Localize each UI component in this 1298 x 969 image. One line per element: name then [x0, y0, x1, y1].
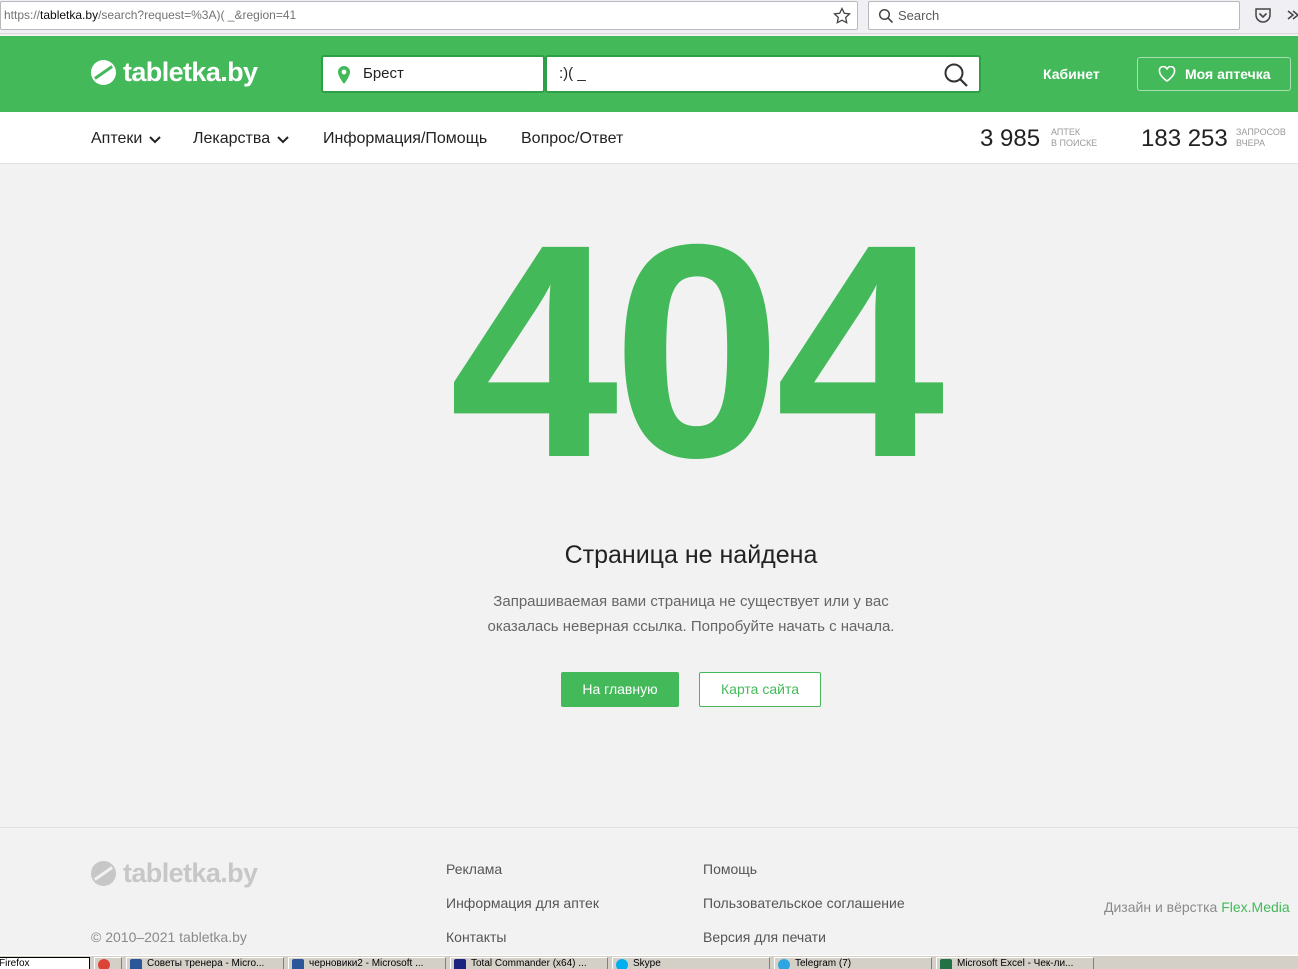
taskbar-item-word-2[interactable]: черновики2 - Microsoft ... [288, 957, 446, 969]
error-message: Запрашиваемая вами страница не существуе… [487, 593, 895, 635]
taskbar-item-total-commander[interactable]: Total Commander (x64) ... [450, 957, 608, 969]
pill-logo-icon [91, 59, 116, 85]
footer-link-contacts[interactable]: Контакты [446, 929, 506, 945]
url-prefix: https:// [4, 8, 41, 22]
heart-icon [1158, 66, 1176, 82]
stat-label-line: АПТЕК [1051, 127, 1081, 137]
stat-label-line: В ПОИСКЕ [1051, 138, 1098, 148]
chevron-down-icon [277, 136, 289, 144]
footer-link-print-version[interactable]: Версия для печати [703, 929, 826, 945]
credits-prefix: Дизайн и вёрстка [1104, 899, 1222, 915]
region-value: Брест [363, 65, 404, 82]
nav-item-label: Аптеки [91, 130, 143, 147]
my-pharmacy-button[interactable]: Моя аптечка [1137, 57, 1291, 91]
site-footer: tabletka.by © 2010–2021 tabletka.by Рекл… [0, 827, 1298, 955]
bookmark-star-icon[interactable] [833, 7, 851, 25]
telegram-icon [778, 959, 790, 969]
taskbar-item-label: Microsoft Excel - Чек-ли... [957, 958, 1074, 969]
taskbar-item-label: Firefox [0, 958, 30, 969]
taskbar-item-label: Советы тренера - Micro... [147, 958, 265, 969]
url-host: tabletka.by [40, 8, 99, 22]
site-logo[interactable]: tabletka.by [91, 55, 258, 89]
search-query-value: :)( _ [559, 65, 586, 82]
credits-brand-link[interactable]: Flex.Media [1221, 899, 1289, 915]
taskbar-item-word-1[interactable]: Советы тренера - Micro... [126, 957, 284, 969]
requests-count: 183 253 [1141, 125, 1228, 152]
location-pin-icon [338, 66, 350, 84]
nav-item-faq[interactable]: Вопрос/Ответ [521, 130, 623, 148]
taskbar-item-label: Telegram (7) [795, 958, 852, 969]
taskbar-item-excel[interactable]: Microsoft Excel - Чек-ли... [936, 957, 1094, 969]
taskbar-item-label: Skype [633, 958, 661, 969]
word-icon [292, 959, 304, 969]
taskbar-item-label: Total Commander (x64) ... [471, 958, 587, 969]
footer-logo-text: tabletka.by [123, 858, 258, 888]
skype-icon [616, 959, 628, 969]
logo-text: tabletka.by [123, 56, 258, 87]
excel-icon [940, 959, 952, 969]
nav-item-pharmacies[interactable]: Аптеки [91, 130, 162, 148]
taskbar-item-telegram[interactable]: Telegram (7) [774, 957, 932, 969]
os-taskbar: Firefox Советы тренера - Micro... чернов… [0, 955, 1298, 969]
nav-item-medicines[interactable]: Лекарства [193, 130, 289, 148]
footer-link-user-agreement[interactable]: Пользовательское соглашение [703, 895, 905, 911]
taskbar-item-label: черновики2 - Microsoft ... [309, 958, 424, 969]
nav-item-label: Информация/Помощь [323, 130, 488, 147]
chrome-icon [98, 959, 110, 969]
footer-link-pharmacy-info[interactable]: Информация для аптек [446, 895, 599, 911]
browser-search-box[interactable]: Search [868, 1, 1240, 30]
word-icon [130, 959, 142, 969]
pill-logo-icon [91, 861, 116, 886]
nav-item-info-help[interactable]: Информация/Помощь [323, 130, 487, 148]
my-pharmacy-label: Моя аптечка [1185, 66, 1271, 82]
taskbar-item-chrome[interactable] [94, 957, 122, 969]
error-code: 404 [449, 182, 944, 521]
search-icon [878, 8, 894, 24]
site-header: tabletka.by Брест :)( _ Кабинет Моя апте… [0, 36, 1298, 112]
taskbar-item-skype[interactable]: Skype [612, 957, 770, 969]
taskbar-item-firefox[interactable]: Firefox [0, 957, 90, 969]
stat-label-line: ЗАПРОСОВ [1236, 127, 1286, 137]
browser-search-placeholder: Search [898, 8, 940, 23]
browser-toolbar: https://tabletka.by/search?request=%3A)(… [0, 0, 1298, 34]
footer-link-ads[interactable]: Реклама [446, 861, 502, 877]
requests-count-label: ЗАПРОСОВ ВЧЕРА [1236, 127, 1298, 149]
nav-item-label: Вопрос/Ответ [521, 130, 624, 147]
chevron-down-icon [149, 136, 162, 144]
main-nav: Аптеки Лекарства Информация/Помощь Вопро… [0, 112, 1298, 164]
footer-link-help[interactable]: Помощь [703, 861, 757, 877]
region-selector[interactable]: Брест [321, 55, 545, 93]
home-button[interactable]: На главную [561, 672, 679, 707]
search-input[interactable]: :)( _ [545, 55, 981, 93]
url-path: /search?request=%3A)( _&region=41 [98, 8, 297, 22]
pocket-icon[interactable] [1254, 6, 1272, 24]
pharmacies-count-label: АПТЕК В ПОИСКЕ [1051, 127, 1113, 149]
stat-label-line: ВЧЕРА [1236, 138, 1266, 148]
cabinet-link[interactable]: Кабинет [1043, 66, 1100, 82]
copyright: © 2010–2021 tabletka.by [91, 929, 247, 945]
save-icon [454, 959, 466, 969]
overflow-menu-icon[interactable] [1286, 6, 1298, 24]
sitemap-button[interactable]: Карта сайта [699, 672, 821, 707]
footer-logo[interactable]: tabletka.by [91, 858, 258, 889]
address-bar[interactable]: https://tabletka.by/search?request=%3A)(… [0, 1, 858, 30]
design-credits: Дизайн и вёрстка Flex.Media [1104, 899, 1290, 915]
nav-item-label: Лекарства [193, 130, 271, 147]
error-title: Страница не найдена [564, 541, 818, 569]
search-icon[interactable] [943, 62, 969, 88]
pharmacies-count: 3 985 [980, 125, 1041, 152]
